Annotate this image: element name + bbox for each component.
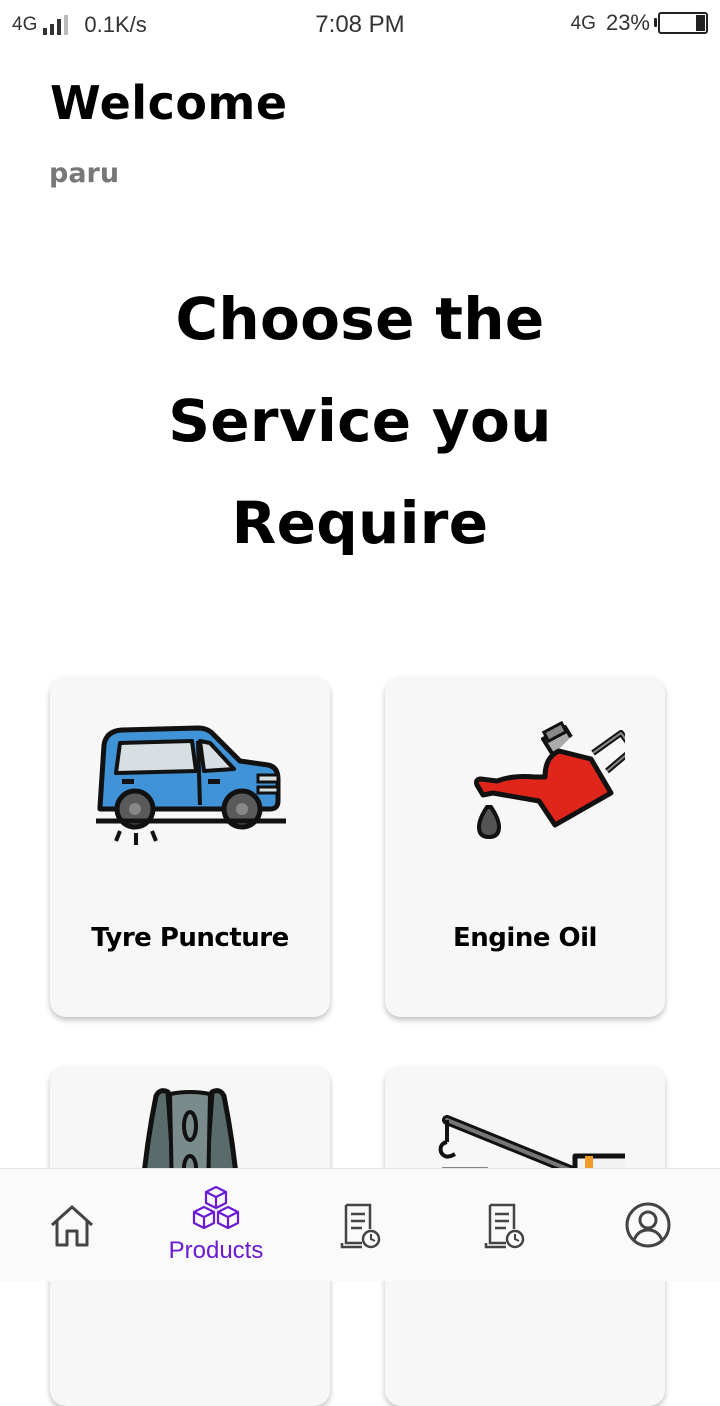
car-icon [96, 725, 286, 845]
profile-icon [625, 1202, 671, 1248]
service-label: Tyre Puncture [91, 923, 289, 953]
bottom-nav: Products [0, 1168, 720, 1281]
boxes-icon [192, 1185, 240, 1230]
service-label: Engine Oil [453, 923, 597, 953]
nav-home[interactable] [0, 1169, 144, 1281]
page-headline: Choose the Service you Require [168, 285, 552, 557]
nav-history[interactable] [432, 1169, 576, 1281]
oil-can-icon [474, 720, 625, 840]
battery-percent: 23% [605, 10, 650, 35]
nav-orders[interactable] [288, 1169, 432, 1281]
service-card-tyre-puncture[interactable]: Tyre Puncture [50, 677, 330, 1017]
status-bar: 4G 0.1K/s 7:08 PM 4G 23% [0, 0, 720, 50]
home-icon [50, 1205, 94, 1247]
nav-products[interactable]: Products [144, 1169, 288, 1281]
nav-profile[interactable] [576, 1169, 720, 1281]
nav-label-products: Products [168, 1237, 264, 1264]
order-history-icon [484, 1203, 525, 1249]
battery-icon [654, 12, 708, 34]
service-card-engine-oil[interactable]: Engine Oil [385, 677, 665, 1017]
data-type: 4G [570, 12, 596, 34]
welcome-title: Welcome [50, 76, 288, 130]
order-history-icon [340, 1203, 381, 1249]
username: paru [49, 158, 120, 189]
